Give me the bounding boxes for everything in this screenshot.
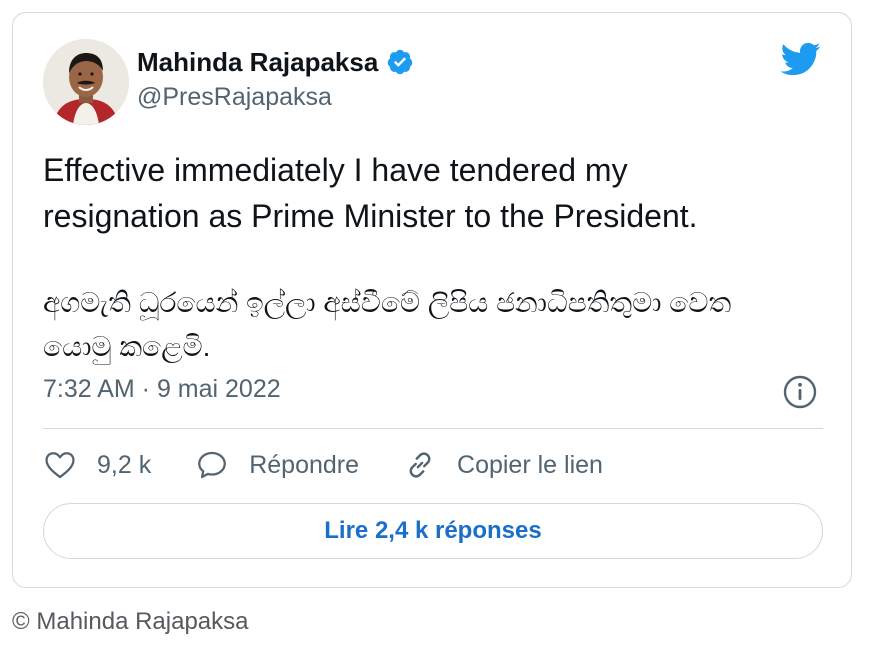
heart-icon	[45, 452, 75, 479]
like-count: 9,2 k	[97, 450, 152, 479]
reply-button[interactable]: Répondre	[195, 448, 359, 482]
author-handle[interactable]: @PresRajapaksa	[137, 83, 332, 112]
tweet-actions: 9,2 k Répondre Copier le lien	[43, 443, 647, 487]
reply-label: Répondre	[249, 450, 360, 479]
like-button[interactable]: 9,2 k	[43, 448, 151, 482]
tweet-timestamp[interactable]: 7:32 AM · 9 mai 2022	[43, 375, 281, 404]
tweet-card: Mahinda Rajapaksa @PresRajapaksa Effecti…	[12, 12, 852, 588]
avatar[interactable]	[43, 39, 129, 125]
twitter-bird-icon[interactable]	[779, 41, 821, 77]
author-name[interactable]: Mahinda Rajapaksa	[137, 47, 378, 78]
reply-bubble-icon	[198, 451, 227, 479]
tweet-text-sinhala: අගමැති ධූරයෙන් ඉල්ලා අස්වීමේ ලිපිය ජනාධි…	[43, 287, 732, 362]
author-name-row: Mahinda Rajapaksa	[137, 45, 414, 79]
info-icon[interactable]	[783, 375, 817, 409]
read-replies-button[interactable]: Lire 2,4 k réponses	[43, 503, 823, 559]
copy-link-label: Copier le lien	[457, 450, 603, 479]
divider	[43, 428, 823, 429]
copyright-caption: © Mahinda Rajapaksa	[12, 608, 249, 635]
verified-badge-icon	[386, 48, 414, 76]
link-icon	[409, 452, 431, 478]
tweet-text-english: Effective immediately I have tendered my…	[43, 152, 698, 234]
copy-link-button[interactable]: Copier le lien	[403, 448, 603, 482]
